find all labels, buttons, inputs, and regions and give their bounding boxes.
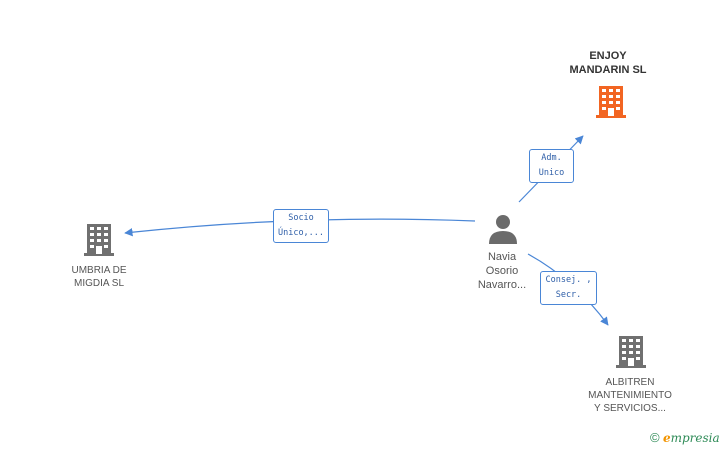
building-icon[interactable] [596,86,626,118]
company-name-line: MANDARIN SL [569,64,647,76]
role-line: Adm. [541,153,562,163]
building-icon[interactable] [84,224,114,256]
role-line: Consej. , [545,275,592,285]
brand-letter: e [662,431,671,445]
empresia-logo[interactable]: © empresia [650,430,720,445]
role-line: Secr. [555,290,582,300]
role-line: Único,... [277,228,325,238]
role-line: Unico [538,168,565,178]
person-label[interactable]: Navia Osorio Navarro... [462,250,542,292]
company-label-umbria[interactable]: UMBRIA DE MIGDIA SL [53,264,145,290]
copyright-icon: © [650,430,660,445]
person-name-line: Osorio [485,265,519,277]
company-name-line: ALBITREN [605,377,655,388]
person-name-line: Navarro... [477,279,527,291]
role-line: Socio [288,213,314,223]
building-icon[interactable] [616,336,646,368]
brand-name: mpresia [670,431,720,445]
edge-label-consej-secr[interactable]: Consej. , Secr. [540,271,597,305]
company-name-line: UMBRIA DE [71,265,127,276]
person-name-line: Navia [487,251,517,263]
company-name-line: ENJOY [589,50,627,62]
company-name-line: MIGDIA SL [73,278,124,289]
company-name-line: Y SERVICIOS... [594,403,666,414]
company-label-albitren[interactable]: ALBITREN MANTENIMIENTO Y SERVICIOS... [580,376,680,415]
company-label-enjoy-mandarin[interactable]: ENJOY MANDARIN SL [560,49,656,77]
edge-label-adm-unico[interactable]: Adm. Unico [529,149,574,183]
company-name-line: MANTENIMIENTO [588,390,672,401]
person-icon[interactable] [489,215,517,244]
edge-label-socio-unico[interactable]: Socio Único,... [273,209,329,243]
